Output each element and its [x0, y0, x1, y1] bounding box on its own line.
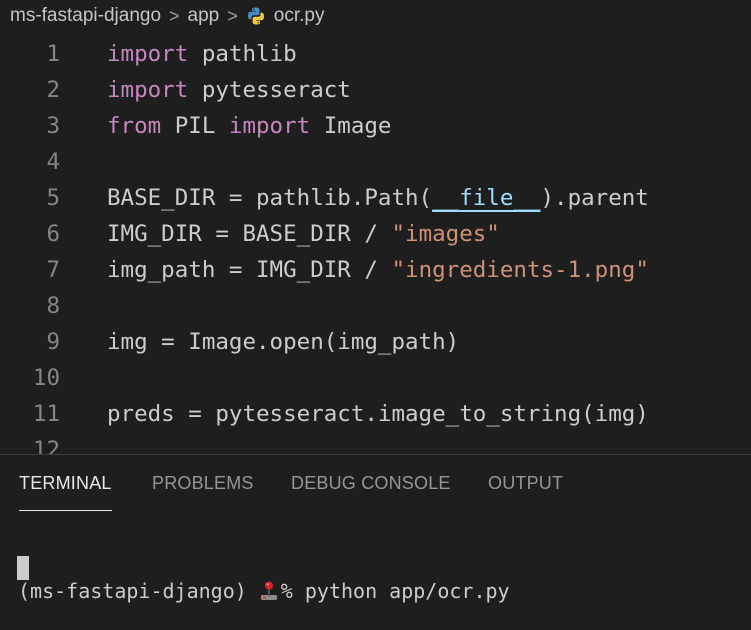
code-text: import pathlib [107, 41, 297, 67]
code-token: import [107, 77, 189, 103]
line-number: 5 [46, 185, 60, 211]
line-number: 3 [46, 113, 60, 139]
code-token: import [228, 113, 311, 139]
line-number: 12 [32, 437, 60, 454]
code-token: import [107, 41, 189, 67]
code-token: pathlib [188, 41, 297, 67]
code-token: "ingredients-1.png" [391, 257, 649, 283]
python-icon [246, 6, 266, 26]
code-token: PIL [161, 113, 229, 139]
code-text: img = Image.open(img_path) [107, 329, 459, 355]
code-token: IMG_DIR = BASE_DIR / [107, 221, 392, 247]
code-text: IMG_DIR = BASE_DIR / "images" [107, 221, 500, 247]
joystick-icon [259, 580, 279, 602]
breadcrumb-separator: > [169, 5, 180, 26]
code-token: img_path = IMG_DIR / [107, 257, 392, 283]
code-line[interactable]: 2 import pytesseract [0, 72, 350, 108]
code-text: BASE_DIR = pathlib.Path(__file__).parent [107, 185, 649, 211]
line-number: 10 [32, 365, 60, 391]
code-token: __file__ [432, 185, 541, 211]
code-line[interactable]: 4 [0, 144, 60, 180]
code-token: pytesseract [188, 77, 351, 103]
code-text: from PIL import Image [107, 113, 391, 139]
terminal-env: (ms-fastapi-django) [18, 579, 247, 603]
panel-tabs: TERMINAL PROBLEMS DEBUG CONSOLE OUTPUT [0, 455, 751, 511]
breadcrumb-separator: > [227, 5, 238, 26]
tab-output[interactable]: OUTPUT [488, 455, 563, 511]
tab-problems[interactable]: PROBLEMS [152, 455, 254, 511]
terminal-line: (ms-fastapi-django) % python app/ocr.py [18, 576, 510, 606]
code-line[interactable]: 9 img = Image.open(img_path) [0, 324, 459, 360]
line-number: 11 [32, 401, 60, 427]
breadcrumb-folder[interactable]: app [188, 5, 220, 27]
tab-debug-console[interactable]: DEBUG CONSOLE [291, 455, 451, 511]
code-line[interactable]: 8 [0, 288, 60, 324]
code-line[interactable]: 7 img_path = IMG_DIR / "ingredients-1.png… [0, 252, 648, 288]
line-number: 2 [46, 77, 60, 103]
line-number: 8 [46, 293, 60, 319]
breadcrumb-file[interactable]: ocr.py [274, 5, 325, 27]
terminal-prompt-symbol: % [280, 579, 293, 603]
line-number: 7 [46, 257, 60, 283]
code-token: from [107, 113, 162, 139]
code-token: img = Image.open(img_path) [107, 329, 460, 355]
line-number: 4 [46, 149, 60, 175]
terminal-command: python app/ocr.py [304, 579, 510, 603]
code-line[interactable]: 3 from PIL import Image [0, 108, 391, 144]
code-token: ).parent [540, 185, 649, 211]
code-line[interactable]: 6 IMG_DIR = BASE_DIR / "images" [0, 216, 499, 252]
code-token: "images" [391, 221, 500, 247]
code-editor[interactable]: 1 import pathlib 2 import pytesseract 3 from … [0, 36, 751, 454]
breadcrumb-project[interactable]: ms-fastapi-django [10, 5, 161, 27]
terminal-cursor [17, 556, 29, 580]
terminal-output[interactable]: (ms-fastapi-django) % python app/ocr.py [18, 528, 510, 630]
tab-terminal[interactable]: TERMINAL [19, 455, 112, 511]
line-number: 1 [46, 41, 60, 67]
code-text: img_path = IMG_DIR / "ingredients-1.png" [107, 257, 649, 283]
code-token: BASE_DIR = pathlib.Path( [107, 185, 433, 211]
code-line[interactable]: 1 import pathlib [0, 36, 296, 72]
code-line[interactable]: 11 preds = pytesseract.image_to_string(im… [0, 396, 649, 432]
code-text: preds = pytesseract.image_to_string(img) [107, 401, 649, 427]
code-line[interactable]: 5 BASE_DIR = pathlib.Path(__file__).paren… [0, 180, 648, 216]
line-number: 9 [46, 329, 60, 355]
breadcrumb: ms-fastapi-django > app > ocr.py [0, 0, 751, 32]
code-line[interactable]: 10 [0, 360, 60, 396]
code-token: Image [310, 113, 392, 139]
code-token: preds = pytesseract.image_to_string(img) [107, 401, 649, 427]
line-number: 6 [46, 221, 60, 247]
code-line[interactable]: 12 [0, 432, 60, 454]
code-text: import pytesseract [107, 77, 351, 103]
